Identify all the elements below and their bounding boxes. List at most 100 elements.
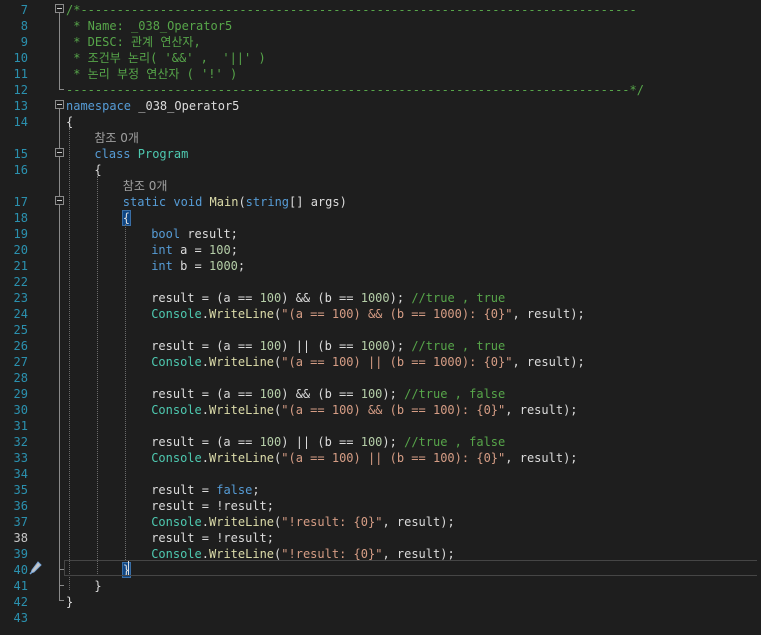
code-line[interactable]: 참조 0개 [0,178,761,194]
code-line[interactable]: 17 static void Main(string[] args) [0,194,761,210]
reference-count-hint[interactable]: 참조 0개 [94,130,139,146]
token-plain: , result); [382,547,455,561]
code-line[interactable]: 16 { [0,162,761,178]
line-number: 19 [13,227,28,241]
code-line[interactable]: 35 result = false; [0,482,761,498]
token-plain: , result); [382,515,455,529]
token-kw: namespace [66,99,132,113]
fold-toggle-namespace[interactable] [55,100,64,109]
token-type: Console [151,547,202,561]
token-type: Console [151,451,202,465]
code-line[interactable]: 27 Console.WriteLine("(a == 100) || (b ==… [0,354,761,370]
code-line[interactable]: 37 Console.WriteLine("!result: {0}", resu… [0,514,761,530]
token-num: 100 [259,435,282,449]
code-line[interactable]: 22 [0,274,761,290]
token-plain: , result); [512,307,585,321]
token-num: 100 [360,435,383,449]
code-line[interactable]: 30 Console.WriteLine("(a == 100) && (b ==… [0,402,761,418]
token-plain: . [201,355,209,369]
token-plain: ) && (b == [281,387,361,401]
line-number: 33 [13,451,28,465]
token-str: "(a == 100) && (b == 100): [281,403,477,417]
fold-toggle-main[interactable] [55,196,64,205]
code-line[interactable]: 32 result = (a == 100) || (b == 100); //t… [0,434,761,450]
token-plain: result = [151,483,217,497]
reference-count-hint[interactable]: 참조 0개 [123,178,168,194]
token-comment: /*--------------------------------------… [66,3,637,17]
token-comment: * DESC: 관계 연산자, [66,35,201,49]
token-kw: false [216,483,253,497]
code-line[interactable]: 15 class Program [0,146,761,162]
pen-edit-icon[interactable] [27,560,43,576]
line-number: 23 [13,291,28,305]
token-plain: ); [389,339,412,353]
code-line[interactable]: 43 [0,610,761,626]
code-line[interactable]: 19 bool result; [0,226,761,242]
token-plain: . [201,307,209,321]
code-line[interactable]: 14 { [0,114,761,130]
code-line[interactable]: 7 /*-------------------------------------… [0,2,761,18]
code-line[interactable]: 36 result = !result; [0,498,761,514]
token-fmt: {0} [476,403,499,417]
token-type: Program [137,147,189,161]
code-line[interactable]: 11 * 논리 부정 연산자 ( '!' ) [0,66,761,82]
token-plain: ; [237,259,246,273]
line-number: 30 [13,403,28,417]
fold-toggle-class[interactable] [55,148,64,157]
code-line[interactable]: 12 --------------------------------------… [0,82,761,98]
line-number: 37 [13,515,28,529]
token-plain: } [66,595,74,609]
token-method: WriteLine [209,547,275,561]
token-str: "!result: [281,547,354,561]
token-kw: bool [151,227,181,241]
code-text: result = (a == 100) || (b == 100); //tru… [151,434,505,450]
code-text: result = (a == 100) && (b == 1000); //tr… [151,290,505,306]
code-editor[interactable]: 7 /*-------------------------------------… [0,0,761,635]
code-line[interactable]: 25 [0,322,761,338]
code-line[interactable]: 8 * Name: _038_Operator5 [0,18,761,34]
code-line[interactable]: 18 { [0,210,761,226]
codelens-references[interactable]: 참조 0개 [94,131,139,145]
code-line[interactable]: 23 result = (a == 100) && (b == 1000); //… [0,290,761,306]
token-plain: _038_Operator5 [131,99,240,113]
token-plain: ) || (b == [281,435,361,449]
fold-end-namespace [59,600,64,601]
code-line[interactable]: 21 int b = 1000; [0,258,761,274]
code-text: * Name: _038_Operator5 [66,18,232,34]
line-number: 10 [13,51,28,65]
code-line[interactable]: 10 * 조건부 논리( '&&' , '||' ) [0,50,761,66]
code-line[interactable]: 24 Console.WriteLine("(a == 100) && (b ==… [0,306,761,322]
line-number: 12 [13,83,28,97]
code-text: Console.WriteLine("(a == 100) && (b == 1… [151,306,585,322]
line-number: 35 [13,483,28,497]
token-plain: . [201,547,209,561]
code-line[interactable]: 31 [0,418,761,434]
line-number: 21 [13,259,28,273]
token-str: "(a == 100) || (b == 100): [281,451,477,465]
token-method: WriteLine [209,307,275,321]
token-num: 100 [259,339,282,353]
fold-end-class [59,585,64,586]
fold-toggle-comment[interactable] [55,4,64,13]
codelens-references[interactable]: 참조 0개 [123,179,168,193]
code-line[interactable]: 참조 0개 [0,130,761,146]
line-number: 43 [13,611,28,625]
line-number: 38 [13,531,28,545]
code-line[interactable]: 28 [0,370,761,386]
code-line[interactable]: 33 Console.WriteLine("(a == 100) || (b ==… [0,450,761,466]
token-plain: b = [172,259,209,273]
code-line[interactable]: 29 result = (a == 100) && (b == 100); //t… [0,386,761,402]
code-line[interactable]: 41} [0,578,761,594]
line-number: 13 [13,99,28,113]
code-line[interactable]: 13 namespace _038_Operator5 [0,98,761,114]
code-text: } [94,578,101,594]
code-line[interactable]: 9 * DESC: 관계 연산자, [0,34,761,50]
code-text: /*--------------------------------------… [66,2,637,18]
code-line[interactable]: 20 int a = 100; [0,242,761,258]
code-line[interactable]: 42} [0,594,761,610]
code-line[interactable]: 38 result = !result; [0,530,761,546]
code-line[interactable]: 34 [0,466,761,482]
code-text: Console.WriteLine("(a == 100) && (b == 1… [151,402,577,418]
code-line[interactable]: 26 result = (a == 100) || (b == 1000); //… [0,338,761,354]
